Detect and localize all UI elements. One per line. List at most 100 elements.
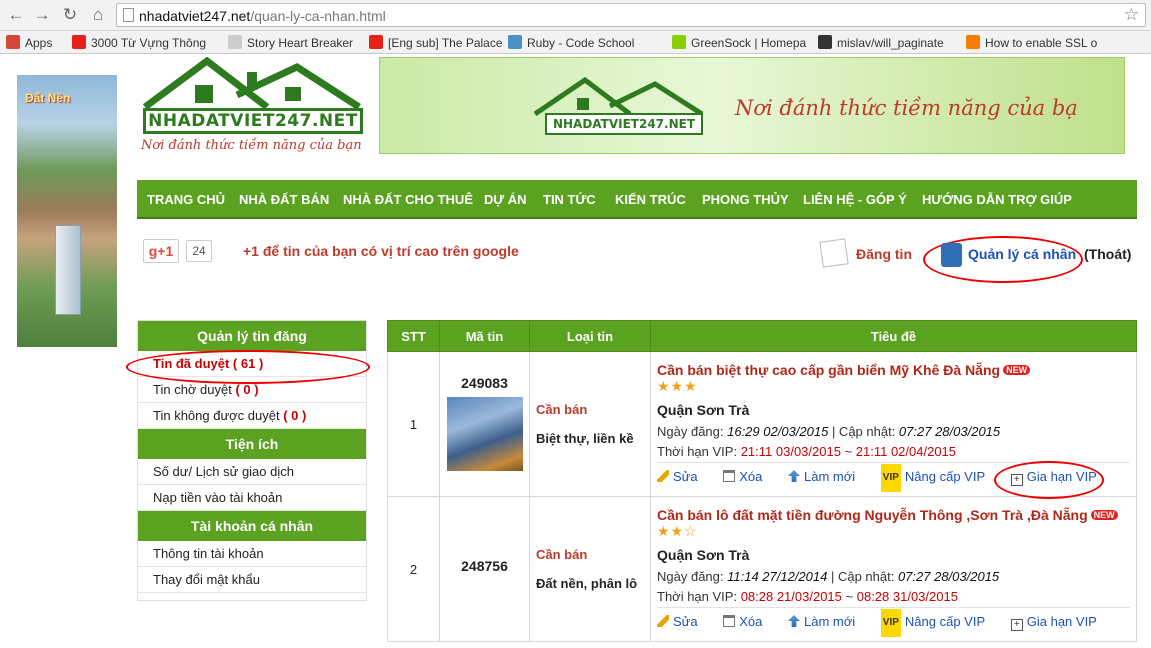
highlight-ring-renew — [994, 461, 1104, 499]
posted-label: Ngày đăng: — [657, 569, 728, 584]
bookmark-item[interactable]: Ruby - Code School — [508, 35, 634, 51]
home-icon[interactable]: ⌂ — [87, 4, 109, 26]
upgrade-vip-button[interactable]: VIP Nâng cấp VIP — [880, 464, 985, 492]
delete-label: Xóa — [739, 614, 763, 629]
header-type: Loại tin — [529, 320, 651, 352]
updated-label: | Cập nhật: — [827, 569, 898, 584]
delete-button[interactable]: Xóa — [723, 614, 762, 629]
bookmark-item[interactable]: mislav/will_paginate — [818, 35, 944, 51]
bookmark-label: [Eng sub] The Palace — [388, 36, 503, 50]
renew-vip-button[interactable]: + Gia hạn VIP — [1010, 614, 1097, 631]
row-title-line: Cần bán lô đất mặt tiền đường Nguyễn Thô… — [657, 507, 1130, 523]
row-title-link[interactable]: Cần bán biệt thự cao cấp gần biển Mỹ Khê… — [657, 362, 1000, 378]
vip-tilde: ~ — [841, 589, 857, 604]
delete-button[interactable]: Xóa — [723, 469, 762, 484]
bookmark-item[interactable]: [Eng sub] The Palace — [369, 35, 503, 51]
row-code[interactable]: 248756 — [440, 558, 529, 574]
bookmark-label: How to enable SSL o — [985, 36, 1098, 50]
address-bar[interactable]: nhadatviet247.net/quan-ly-ca-nhan.html ☆ — [116, 3, 1146, 27]
row-rating-stars: ★★☆ — [657, 523, 698, 539]
bookmark-item[interactable]: Apps — [6, 35, 52, 51]
posted-label: Ngày đăng: — [657, 424, 728, 439]
menu-item[interactable]: PHONG THỦY — [702, 192, 789, 207]
forward-icon[interactable]: → — [31, 4, 53, 26]
sidebar-item-rejected[interactable]: Tin không được duyệt ( 0 ) — [138, 403, 366, 429]
row-rating-stars: ★★★ — [657, 378, 698, 394]
menu-item[interactable]: NHÀ ĐẤT BÁN — [239, 192, 329, 207]
top-ad-banner[interactable]: NHADATVIET247.NET Nơi đánh thức tiềm năn… — [379, 57, 1125, 154]
sidebar-item-change-password[interactable]: Thay đổi mật khẩu — [138, 567, 366, 593]
vip-period-label: Thời hạn VIP: — [657, 589, 741, 604]
reload-icon[interactable]: ↻ — [59, 4, 81, 26]
post-listing-icon[interactable] — [819, 238, 849, 268]
google-plus-hint: +1 để tin của bạn có vị trí cao trên goo… — [243, 243, 519, 259]
menu-item[interactable]: NHÀ ĐẤT CHO THUÊ — [343, 192, 473, 207]
refresh-button[interactable]: Làm mới — [788, 469, 855, 484]
row-posted: 11:14 27/12/2014 — [727, 569, 828, 584]
row-thumbnail[interactable] — [446, 396, 523, 471]
site-logo-text[interactable]: NHADATVIET247.NET — [143, 108, 363, 134]
bookmark-label: 3000 Từ Vựng Thông — [91, 36, 207, 50]
sidebar-item-topup[interactable]: Nạp tiền vào tài khoản — [138, 485, 366, 511]
sidebar-heading-posts: Quản lý tin đăng — [138, 321, 366, 351]
menu-item[interactable]: DỰ ÁN — [484, 192, 527, 207]
banner-houses-graphic — [533, 76, 704, 116]
account-management-link[interactable]: Quản lý cá nhân — [968, 246, 1076, 262]
sidebar-item-balance[interactable]: Số dư/ Lịch sử giao dịch — [138, 459, 366, 485]
menu-item[interactable]: TIN TỨC — [543, 192, 596, 207]
row-dates: Ngày đăng: 11:14 27/12/2014 | Cập nhật: … — [657, 567, 1130, 587]
menu-item[interactable]: TRANG CHỦ — [147, 192, 225, 207]
row-title-link[interactable]: Cần bán lô đất mặt tiền đường Nguyễn Thô… — [657, 507, 1088, 523]
bookmark-star-icon[interactable]: ☆ — [1124, 5, 1139, 25]
sidebar-heading-utilities: Tiện ích — [138, 429, 366, 459]
row-vip-period: Thời hạn VIP: 08:28 21/03/2015 ~ 08:28 3… — [657, 587, 1130, 607]
arrow-up-icon — [788, 615, 800, 627]
row-title-cell: Cần bán lô đất mặt tiền đường Nguyễn Thô… — [650, 496, 1137, 642]
menu-item[interactable]: KIẾN TRÚC — [615, 192, 686, 207]
vip-tilde: ~ — [840, 444, 856, 459]
left-ad-banner[interactable]: Đất Nền — [17, 75, 117, 347]
vip-period-label: Thời hạn VIP: — [657, 444, 741, 459]
row-category: Biệt thự, liền kề — [536, 431, 634, 446]
row-updated: 07:27 28/03/2015 — [898, 424, 1001, 439]
sidebar-item-pending-label: Tin chờ duyệt — [153, 382, 236, 397]
account-book-icon[interactable] — [941, 243, 962, 267]
bookmark-item[interactable]: How to enable SSL o — [966, 35, 1097, 51]
bookmark-item[interactable]: Story Heart Breaker — [228, 35, 353, 51]
edit-button[interactable]: Sửa — [657, 614, 698, 629]
bookmark-item[interactable]: GreenSock | Homepa — [672, 35, 806, 51]
logout-link[interactable]: (Thoát) — [1084, 246, 1131, 262]
row-vip-start: 21:11 03/03/2015 — [740, 444, 841, 459]
edit-button[interactable]: Sửa — [657, 469, 698, 484]
sidebar-item-pending-count: ( 0 ) — [235, 382, 259, 397]
google-plus-button[interactable]: g+1 — [143, 239, 179, 263]
menu-item[interactable]: LIÊN HỆ - GÓP Ý — [803, 192, 907, 207]
bookmark-favicon-icon — [966, 35, 980, 49]
row-kind: Cần bán — [536, 402, 588, 417]
new-badge-icon: NEW — [1090, 510, 1118, 520]
sidebar-item-account-info[interactable]: Thông tin tài khoản — [138, 541, 366, 567]
bookmark-label: Apps — [25, 36, 53, 50]
header-title: Tiêu đề — [650, 320, 1137, 352]
main-menu: TRANG CHỦ NHÀ ĐẤT BÁN NHÀ ĐẤT CHO THUÊ DỰ Á… — [137, 180, 1137, 219]
sidebar-item-rejected-label: Tin không được duyệt — [153, 408, 284, 423]
row-code[interactable]: 249083 — [440, 375, 529, 391]
bookmark-item[interactable]: 3000 Từ Vựng Thông — [72, 35, 206, 51]
row-district: Quận Sơn Trà — [657, 402, 750, 418]
bookmarks-bar: Apps 3000 Từ Vựng Thông Story Heart Breake… — [0, 31, 1151, 54]
post-listing-link[interactable]: Đăng tin — [856, 246, 912, 262]
row-code-cell: 248756 — [439, 496, 530, 642]
trash-icon — [723, 615, 736, 627]
row-type-cell: Cần bán Biệt thự, liền kề — [529, 351, 651, 497]
refresh-button[interactable]: Làm mới — [788, 614, 855, 629]
row-actions: Sửa Xóa Làm mới VIP Nâng cấp VIP + Gia hạn… — [657, 607, 1130, 637]
bookmark-favicon-icon — [228, 35, 242, 49]
bookmark-label: Story Heart Breaker — [247, 36, 354, 50]
bookmark-favicon-icon — [672, 35, 686, 49]
pencil-icon — [657, 470, 669, 482]
row-district: Quận Sơn Trà — [657, 547, 750, 563]
bookmark-label: Ruby - Code School — [527, 36, 635, 50]
back-icon[interactable]: ← — [5, 4, 27, 26]
menu-item[interactable]: HƯỚNG DẪN TRỢ GIÚP — [922, 192, 1072, 207]
upgrade-vip-button[interactable]: VIP Nâng cấp VIP — [880, 609, 985, 637]
